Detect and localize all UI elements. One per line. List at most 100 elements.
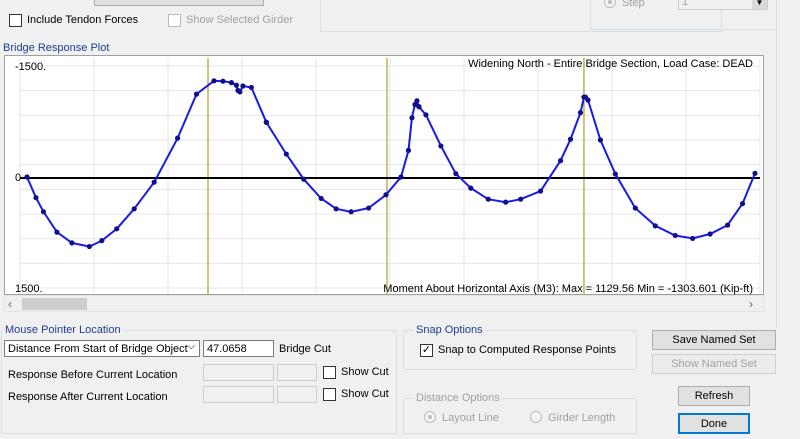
data-point (228, 80, 235, 86)
y-top-label: -1500. (15, 61, 47, 73)
series-line-span-4 (587, 99, 756, 240)
data-point (557, 158, 564, 164)
plot-horizontal-scrollbar[interactable]: ‹ › (4, 295, 764, 312)
data-point (333, 206, 339, 212)
data-point (632, 205, 638, 211)
right-scroll-panel (776, 0, 800, 328)
data-point (348, 209, 354, 215)
data-point (99, 238, 105, 244)
distance-value-field[interactable]: 47.0658 (203, 340, 274, 357)
data-point (263, 119, 269, 125)
response-after-label: Response After Current Location (8, 391, 168, 403)
girder-length-radio[interactable] (530, 411, 542, 423)
response-plot-svg[interactable] (5, 56, 765, 296)
show-named-set-button[interactable]: Show Named Set (652, 354, 776, 374)
data-point (405, 147, 412, 153)
data-point (398, 174, 404, 180)
mouse-pointer-title: Mouse Pointer Location (3, 324, 123, 336)
response-before-field-2[interactable] (277, 364, 317, 381)
scroll-right-arrow-icon[interactable]: › (749, 297, 753, 311)
data-point (414, 98, 420, 104)
data-point (577, 110, 584, 116)
data-point (174, 135, 181, 141)
data-point (33, 195, 39, 201)
series-line-span-1 (26, 79, 268, 248)
girder-length-label: Girder Length (548, 412, 616, 424)
data-point (86, 243, 92, 250)
data-point (672, 232, 678, 239)
distance-type-dropdown[interactable]: Distance From Start of Bridge Object ⌵ (4, 340, 200, 357)
response-before-field-1[interactable] (203, 364, 274, 381)
scroll-left-arrow-icon[interactable]: ‹ (8, 297, 12, 311)
response-after-field-2[interactable] (277, 386, 317, 403)
response-after-field-1[interactable] (203, 386, 274, 403)
data-point (131, 206, 137, 212)
show-cut-after-label: Show Cut (341, 388, 389, 400)
plot-footer: Moment About Horizontal Axis (M3): Max =… (383, 283, 753, 295)
top-partial-button[interactable] (94, 0, 264, 6)
step-label: Step (622, 0, 645, 9)
data-point (423, 112, 429, 118)
data-point (69, 240, 75, 246)
data-point (248, 84, 254, 91)
layout-line-label: Layout Line (442, 412, 499, 424)
chevron-down-icon: ▼ (755, 0, 764, 7)
data-point (211, 78, 217, 84)
y-bottom-label: 1500. (15, 283, 43, 295)
data-point (318, 195, 324, 202)
data-point (453, 171, 459, 177)
data-point (365, 205, 372, 211)
data-point (151, 179, 157, 185)
data-point (724, 222, 731, 228)
show-cut-after-checkbox[interactable] (323, 388, 336, 401)
refresh-button[interactable]: Refresh (678, 386, 750, 406)
support-lines (207, 58, 585, 294)
data-point (283, 151, 289, 157)
scrollbar-thumb[interactable] (22, 298, 87, 310)
plot-area[interactable]: Widening North - Entire Bridge Section, … (4, 55, 764, 295)
data-point (652, 223, 658, 229)
data-point (707, 231, 713, 237)
data-point (383, 192, 389, 198)
include-tendon-forces-checkbox[interactable] (9, 14, 22, 27)
data-point (485, 196, 491, 202)
done-button[interactable]: Done (678, 413, 750, 434)
plot-grid (19, 58, 761, 294)
response-before-label: Response Before Current Location (8, 369, 178, 381)
show-selected-girder-label: Show Selected Girder (186, 14, 293, 26)
response-curve (24, 78, 758, 250)
step-dropdown-arrow[interactable]: ▼ (752, 0, 767, 9)
data-point (114, 226, 120, 232)
data-point (752, 170, 758, 176)
data-point (193, 91, 200, 97)
step-value: 1 (682, 0, 689, 8)
distance-options-title: Distance Options (414, 392, 502, 404)
bridge-cut-label: Bridge Cut (279, 343, 331, 355)
plot-heading: Widening North - Entire Bridge Section, … (468, 58, 753, 70)
data-point (518, 196, 524, 202)
data-point (567, 136, 574, 142)
show-selected-girder-checkbox[interactable] (168, 14, 181, 27)
data-point (597, 137, 604, 143)
data-point (237, 89, 243, 95)
distance-value: 47.0658 (207, 342, 247, 355)
layout-line-radio[interactable] (424, 411, 436, 423)
distance-type-value: Distance From Start of Bridge Object (8, 342, 188, 355)
data-point (40, 209, 47, 215)
data-point (54, 229, 60, 235)
data-point (220, 78, 226, 84)
series-line-span-3 (418, 96, 589, 204)
data-point (585, 97, 591, 103)
data-point (537, 188, 544, 194)
chevron-down-icon: ⌵ (187, 341, 195, 352)
show-cut-before-checkbox[interactable] (323, 366, 336, 379)
include-tendon-forces-label: Include Tendon Forces (27, 14, 139, 26)
data-point (416, 104, 422, 110)
save-named-set-button[interactable]: Save Named Set (652, 330, 776, 350)
data-point (24, 174, 30, 180)
data-point (240, 83, 246, 89)
plot-section-title: Bridge Response Plot (3, 42, 110, 54)
data-point (690, 235, 696, 242)
data-point (301, 176, 307, 182)
snap-checkbox[interactable]: ✓ (420, 344, 433, 357)
